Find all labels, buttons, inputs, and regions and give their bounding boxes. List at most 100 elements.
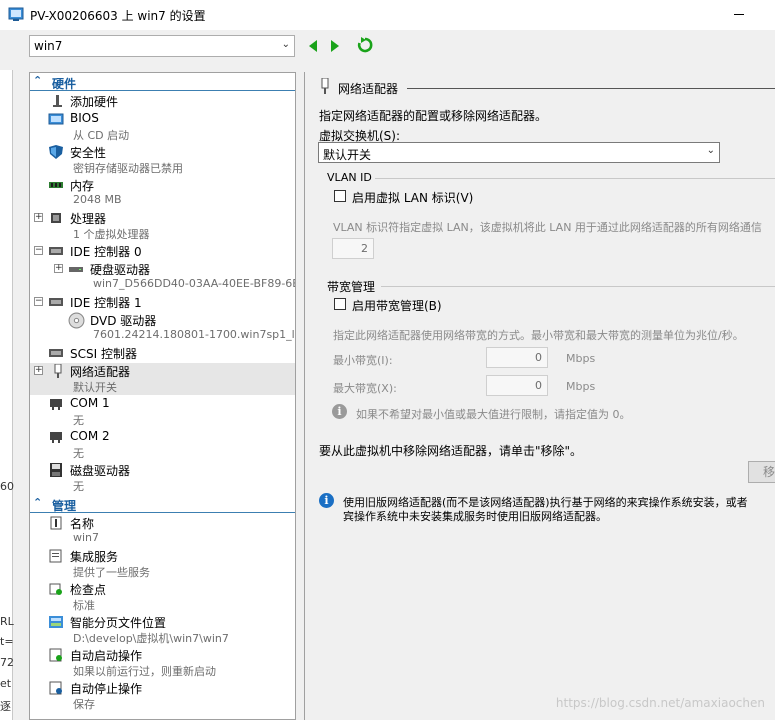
min-bandwidth-input[interactable]: 0: [486, 347, 548, 368]
tree-item-label: DVD 驱动器: [90, 314, 157, 328]
hardware-section-header[interactable]: ⌃ 硬件: [30, 74, 295, 91]
add-hardware-icon: [53, 95, 62, 107]
remove-button[interactable]: 移: [748, 461, 775, 483]
collapse-icon[interactable]: −: [34, 297, 43, 306]
smart-paging-icon: [49, 616, 63, 628]
expand-icon[interactable]: +: [34, 213, 43, 222]
checkpoint-icon: [49, 583, 62, 595]
tree-item-label: 智能分页文件位置: [70, 616, 167, 630]
tree-item-detail: win7: [73, 531, 100, 544]
tree-item-label: COM 2: [70, 429, 110, 443]
bandwidth-group-title: 带宽管理: [327, 280, 376, 294]
virtual-switch-value: 默认开关: [323, 148, 372, 162]
ide-controller-icon: [49, 247, 63, 255]
tree-item-detail: 默认开关: [73, 381, 117, 394]
watermark-text: https://blog.csdn.net/amaxiaochen: [555, 696, 765, 710]
edge-label: et: [0, 677, 12, 690]
tree-item-detail: 无: [73, 480, 84, 493]
com-port-icon: [50, 432, 62, 443]
bandwidth-group-rule: [381, 286, 775, 287]
memory-chip-icon: [49, 182, 63, 188]
vm-selector-value: win7: [34, 39, 63, 53]
max-bandwidth-input[interactable]: 0: [486, 375, 548, 396]
tree-item-label: 网络适配器: [70, 365, 131, 379]
tree-item-detail: win7_D566DD40-03AA-40EE-BF89-6B...: [93, 277, 296, 290]
vlan-group-rule: [375, 178, 775, 179]
tree-item-diskette-drive[interactable]: 磁盘驱动器 无: [30, 462, 295, 494]
tree-item-detail: 2048 MB: [73, 193, 122, 206]
expand-icon[interactable]: +: [54, 264, 63, 273]
tree-item-detail: 无: [73, 414, 84, 427]
tree-item-detail: 7601.24214.180801-1700.win7sp1_ld...: [93, 328, 296, 341]
tree-item-bios[interactable]: BIOS 从 CD 启动: [30, 111, 295, 143]
network-adapter-icon: [321, 78, 329, 94]
collapse-icon[interactable]: −: [34, 246, 43, 255]
virtual-switch-dropdown[interactable]: 默认开关 ⌄: [318, 142, 720, 163]
tree-item-scsi-controller[interactable]: SCSI 控制器: [30, 345, 295, 362]
max-bandwidth-label: 最大带宽(X):: [333, 382, 397, 395]
tree-item-detail: 从 CD 启动: [73, 129, 130, 142]
bandwidth-enable-checkbox[interactable]: [334, 298, 346, 310]
settings-tree: ⌃ 硬件 添加硬件 BIOS 从 CD 启动 安全性 密钥存储驱动器已禁用 内存…: [29, 72, 296, 720]
tree-item-memory[interactable]: 内存 2048 MB: [30, 177, 295, 209]
edge-label: 60: [0, 480, 14, 493]
tree-item-automatic-start[interactable]: 自动启动操作 如果以前运行过，则重新启动: [30, 647, 295, 679]
bios-icon: [48, 113, 64, 125]
shield-icon: [49, 145, 63, 159]
back-arrow-icon[interactable]: [309, 40, 317, 52]
dvd-disc-icon: [68, 312, 85, 329]
tree-item-label: 自动启动操作: [70, 649, 143, 663]
info-icon: i: [332, 404, 347, 419]
management-section-header[interactable]: ⌃ 管理: [30, 496, 295, 513]
edge-label: 72: [0, 656, 14, 669]
background-window-edge: 60 RL t= 72 et 逐: [0, 70, 14, 720]
tree-item-label: SCSI 控制器: [70, 347, 137, 361]
tree-item-detail: 密钥存储驱动器已禁用: [73, 162, 183, 175]
vlan-enable-checkbox[interactable]: [334, 190, 346, 202]
max-bandwidth-unit: Mbps: [566, 380, 596, 393]
tree-item-checkpoints[interactable]: 检查点 标准: [30, 581, 295, 613]
collapse-icon: ⌃: [33, 496, 43, 509]
expand-icon[interactable]: +: [34, 366, 43, 375]
forward-arrow-icon[interactable]: [331, 40, 339, 52]
bandwidth-enable-label: 启用带宽管理(B): [352, 299, 442, 313]
tree-item-com2[interactable]: COM 2 无: [30, 429, 295, 461]
settings-window-icon: [8, 7, 24, 21]
vm-selector[interactable]: win7 ⌄: [29, 35, 295, 57]
tree-item-automatic-stop[interactable]: 自动停止操作 保存: [30, 680, 295, 712]
tree-item-detail: 标准: [73, 599, 95, 612]
legacy-adapter-info-line2: 宾操作系统中未安装集成服务时使用旧版网络适配器。: [343, 510, 607, 523]
vlan-id-input[interactable]: 2: [332, 238, 374, 259]
tree-item-label: 集成服务: [70, 550, 119, 564]
edge-label: RL: [0, 615, 14, 628]
scsi-controller-icon: [49, 349, 63, 357]
tree-item-label: IDE 控制器 0: [70, 245, 142, 259]
tree-item-name[interactable]: 名称 win7: [30, 515, 295, 547]
tree-item-hard-drive[interactable]: + 硬盘驱动器 win7_D566DD40-03AA-40EE-BF89-6B.…: [30, 261, 295, 293]
com-port-icon: [50, 399, 62, 410]
tree-item-network-adapter[interactable]: + 网络适配器 默认开关: [30, 363, 295, 395]
title-bar: PV-X00206603 上 win7 的设置: [0, 0, 775, 30]
tree-item-label: 处理器: [70, 212, 107, 226]
auto-stop-icon: [49, 681, 62, 695]
hardware-header-label: 硬件: [52, 77, 77, 91]
minimize-button[interactable]: [734, 14, 744, 15]
tree-item-detail: D:\develop\虚拟机\win7\win7: [73, 632, 229, 645]
tree-item-smart-paging[interactable]: 智能分页文件位置 D:\develop\虚拟机\win7\win7: [30, 614, 295, 646]
tree-item-ide-controller-0[interactable]: − IDE 控制器 0: [30, 243, 295, 260]
tree-item-com1[interactable]: COM 1 无: [30, 396, 295, 428]
panel-heading: 网络适配器: [338, 82, 399, 96]
limit-info-text: 如果不希望对最小值或最大值进行限制，请指定值为 0。: [356, 408, 631, 421]
refresh-icon[interactable]: [357, 37, 373, 53]
tree-item-ide-controller-1[interactable]: − IDE 控制器 1: [30, 294, 295, 311]
tree-item-security[interactable]: 安全性 密钥存储驱动器已禁用: [30, 144, 295, 176]
tree-item-processor[interactable]: + 处理器 1 个虚拟处理器: [30, 210, 295, 242]
edge-label: t=: [0, 635, 14, 648]
tree-item-label: 安全性: [70, 146, 107, 160]
tree-item-dvd-drive[interactable]: DVD 驱动器 7601.24214.180801-1700.win7sp1_l…: [30, 312, 295, 344]
tree-item-label: 自动停止操作: [70, 682, 143, 696]
ide-controller-icon: [49, 298, 63, 306]
name-tag-icon: [50, 516, 62, 530]
tree-item-integration-services[interactable]: 集成服务 提供了一些服务: [30, 548, 295, 580]
tree-item-add-hardware[interactable]: 添加硬件: [30, 93, 295, 110]
